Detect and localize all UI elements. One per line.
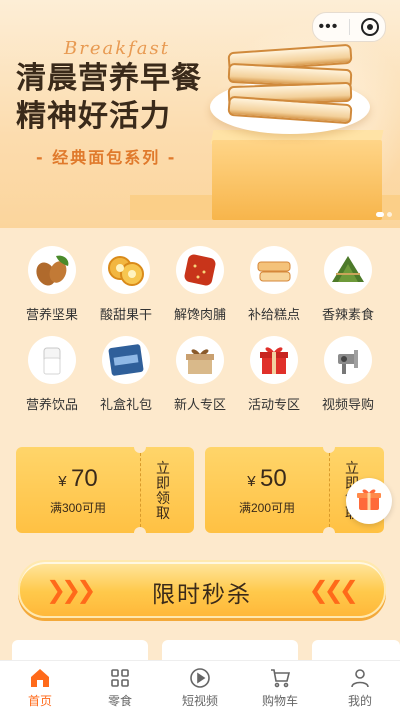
dried-fruit-icon xyxy=(102,246,150,294)
tab-label: 零食 xyxy=(107,694,132,708)
indicator-dot xyxy=(376,212,384,217)
coupon-value: 70 xyxy=(71,465,98,492)
category-item[interactable]: 解馋肉脯 xyxy=(164,246,236,323)
category-label: 视频导购 xyxy=(321,397,374,412)
tab-cart[interactable]: 购物车 xyxy=(240,661,320,713)
claim-coupon-button[interactable]: 立即领取 xyxy=(154,461,172,521)
tab-label: 首页 xyxy=(27,694,52,708)
category-label: 香辣素食 xyxy=(321,307,374,322)
play-icon xyxy=(189,667,211,689)
coupon-currency: ¥ xyxy=(247,473,256,490)
banner-indicator xyxy=(376,212,392,217)
coupon-notch xyxy=(134,441,146,453)
home-icon xyxy=(29,667,51,689)
headline-line1: 清晨营养早餐 xyxy=(16,61,202,96)
tab-home[interactable]: 首页 xyxy=(0,661,80,713)
gift-icon xyxy=(355,485,383,518)
coupon-card[interactable]: ¥ 70 满300可用 立即领取 xyxy=(16,441,194,539)
banner-series: - 经典面包系列 - xyxy=(36,148,177,167)
coupon-amount: ¥ 70 xyxy=(16,465,140,493)
category-label: 补给糕点 xyxy=(247,307,300,322)
category-label: 酸甜果干 xyxy=(99,307,152,322)
tab-label: 我的 xyxy=(347,694,372,708)
tab-mine[interactable]: 我的 xyxy=(320,661,400,713)
coupon-value: 50 xyxy=(260,465,287,492)
new-user-gift-icon xyxy=(176,336,224,384)
floating-gift-button[interactable] xyxy=(346,478,392,524)
headline-line2: 精神好活力 xyxy=(16,99,171,134)
coupon-notch xyxy=(134,527,146,539)
more-icon[interactable]: ••• xyxy=(319,19,339,35)
tab-label: 短视频 xyxy=(181,694,218,708)
category-item[interactable]: 营养坚果 xyxy=(16,246,88,323)
red-gift-icon xyxy=(250,336,298,384)
capsule-divider xyxy=(349,19,351,35)
coupon-notch xyxy=(323,441,335,453)
category-label: 营养坚果 xyxy=(25,307,78,322)
coupon-currency: ¥ xyxy=(58,473,67,490)
category-item[interactable]: 营养饮品 xyxy=(16,336,88,413)
banner-headline: 清晨营养早餐 精神好活力 xyxy=(16,60,202,136)
grid-icon xyxy=(110,667,130,689)
category-label: 营养饮品 xyxy=(25,397,78,412)
category-item[interactable]: 酸甜果干 xyxy=(90,246,162,323)
coupon-divider xyxy=(329,453,330,527)
arrow-left-icon: ❮❮❮ xyxy=(308,577,359,604)
milk-icon xyxy=(28,336,76,384)
coupon-amount: ¥ 50 xyxy=(205,465,329,493)
tab-label: 购物车 xyxy=(261,694,298,708)
coupon-divider xyxy=(140,453,141,527)
tab-snacks[interactable]: 零食 xyxy=(80,661,160,713)
category-item[interactable]: 礼盒礼包 xyxy=(90,336,162,413)
category-label: 活动专区 xyxy=(247,397,300,412)
user-icon xyxy=(349,667,371,689)
category-item[interactable]: 视频导购 xyxy=(312,336,384,413)
tab-short-video[interactable]: 短视频 xyxy=(160,661,240,713)
flash-sale-banner[interactable]: ❯❯❯ 限时秒杀 ❮❮❮ xyxy=(18,560,386,618)
pastry-icon xyxy=(250,246,298,294)
coupon-notch xyxy=(323,527,335,539)
category-item[interactable]: 新人专区 xyxy=(164,336,236,413)
gift-box-icon xyxy=(102,336,150,384)
category-label: 新人专区 xyxy=(173,397,226,412)
coupon-condition: 满200可用 xyxy=(238,501,296,515)
close-target-icon[interactable] xyxy=(361,18,380,36)
pedestal xyxy=(212,140,382,220)
zongzi-icon xyxy=(324,246,372,294)
bottom-tab-bar: 首页 零食 短视频 购物车 我的 xyxy=(0,660,400,713)
category-item[interactable]: 香辣素食 xyxy=(312,246,384,323)
category-item[interactable]: 活动专区 xyxy=(238,336,310,413)
coupon-condition: 满300可用 xyxy=(49,501,107,515)
video-guide-icon xyxy=(324,336,372,384)
miniprogram-capsule[interactable]: ••• xyxy=(312,12,386,42)
hero-banner[interactable]: Breakfast 清晨营养早餐 精神好活力 - 经典面包系列 - ••• xyxy=(0,0,400,228)
category-label: 礼盒礼包 xyxy=(99,397,152,412)
indicator-dot xyxy=(387,212,392,217)
category-item[interactable]: 补给糕点 xyxy=(238,246,310,323)
category-label: 解馋肉脯 xyxy=(173,307,226,322)
almond-icon xyxy=(28,246,76,294)
banner-script-word: Breakfast xyxy=(64,38,170,59)
jerky-icon xyxy=(176,246,224,294)
cart-icon xyxy=(269,667,291,689)
